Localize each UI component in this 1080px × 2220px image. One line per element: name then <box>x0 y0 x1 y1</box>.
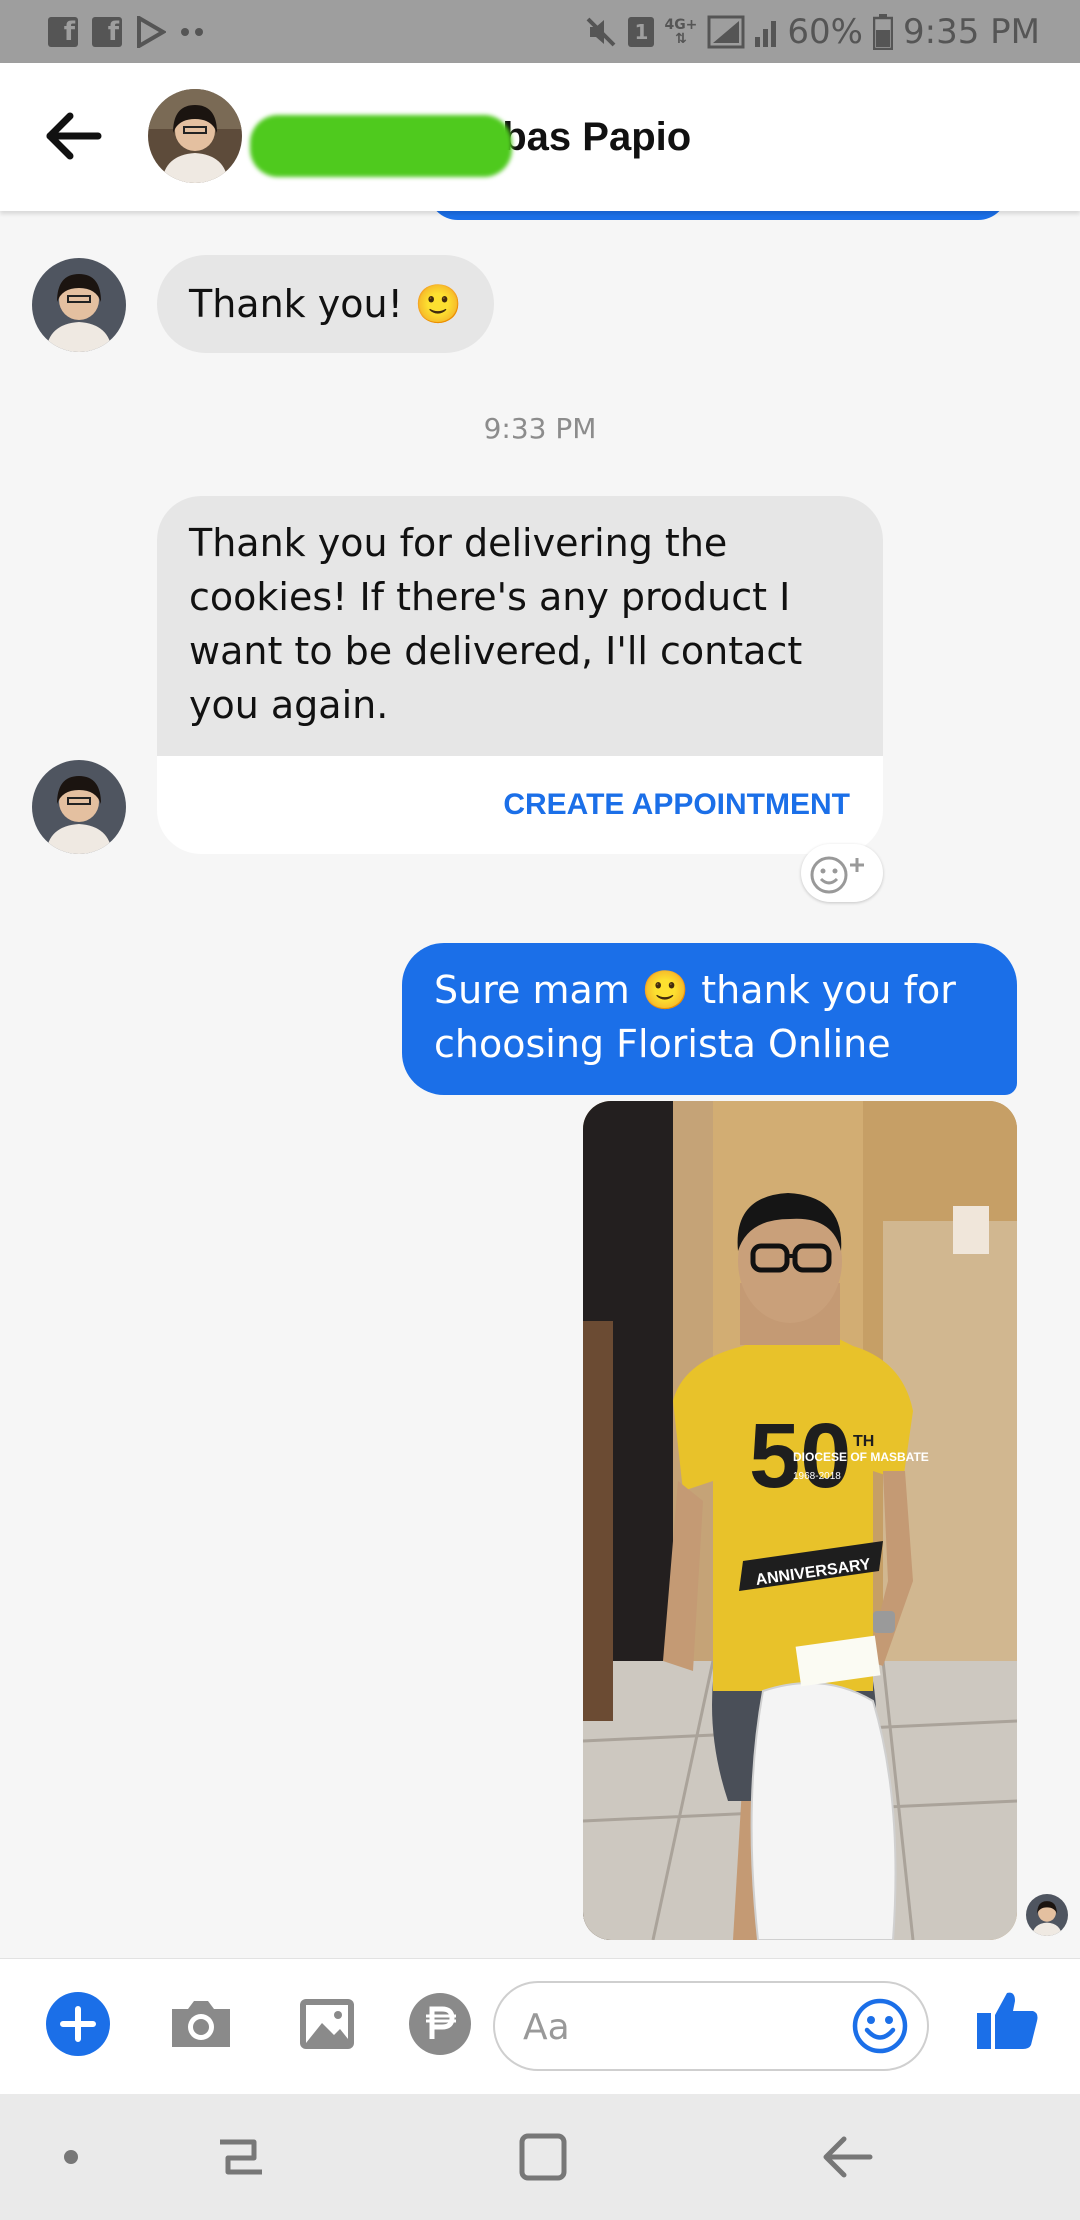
message-composer <box>0 1958 1080 2095</box>
message-card-text: Thank you for delivering the cookies! If… <box>157 496 883 756</box>
facebook-icon: f <box>48 16 78 47</box>
photo-message[interactable]: 50 TH DIOCESE OF MASBATE 1968-2018 ANNIV… <box>583 1101 1017 1940</box>
gallery-icon[interactable] <box>294 1991 360 2057</box>
message-input[interactable] <box>521 2001 825 2053</box>
create-appointment-button[interactable]: CREATE APPOINTMENT <box>157 756 883 854</box>
facebook-icon: f <box>92 16 122 47</box>
message-bubble-incoming[interactable]: Thank you! 🙂 <box>157 255 495 353</box>
emoji-icon[interactable] <box>851 1997 909 2055</box>
camera-icon[interactable] <box>168 1991 234 2057</box>
sim-badge: 1 <box>628 16 655 47</box>
system-navigation-bar <box>0 2094 1080 2220</box>
signal-icon <box>707 15 745 48</box>
shirt-suffix: TH <box>853 1433 874 1450</box>
battery-percent: 60% <box>787 11 863 52</box>
message-input-container[interactable] <box>493 1981 929 2071</box>
system-status: 1 4G+ ⇅ 60% 9:35 PM <box>584 0 1040 63</box>
dot-icon[interactable] <box>38 2124 104 2190</box>
back-icon[interactable] <box>814 2124 880 2190</box>
sender-avatar[interactable] <box>32 258 126 352</box>
like-icon[interactable] <box>973 1985 1043 2055</box>
delivery-photo: 50 TH DIOCESE OF MASBATE 1968-2018 ANNIV… <box>583 1101 1017 1940</box>
signal-2-icon <box>755 20 777 47</box>
sender-avatar[interactable] <box>32 760 126 854</box>
plus-icon[interactable] <box>45 1991 111 2057</box>
read-receipt-avatar <box>1026 1894 1068 1936</box>
message-bubble-outgoing[interactable]: Sure mam 🙂 thank you for choosing Floris… <box>402 943 1017 1095</box>
network-type: 4G+ ⇅ <box>664 16 698 47</box>
message-timestamp: 9:33 PM <box>483 412 597 445</box>
message-card-incoming[interactable]: Thank you for delivering the cookies! If… <box>157 496 883 854</box>
recents-icon[interactable] <box>208 2124 274 2190</box>
play-store-icon <box>137 15 166 48</box>
shirt-text-top: DIOCESE OF MASBATE <box>793 1450 929 1464</box>
add-reaction-button[interactable] <box>801 844 883 902</box>
conversation-header: abas Papio <box>0 63 1080 211</box>
home-icon[interactable] <box>510 2124 576 2190</box>
add-reaction-icon <box>810 856 864 894</box>
clock: 9:35 PM <box>903 11 1040 52</box>
notification-icons: f f <box>48 0 204 63</box>
contact-avatar[interactable] <box>148 89 242 183</box>
shirt-years: 1968-2018 <box>793 1471 841 1482</box>
back-arrow-icon[interactable] <box>44 111 104 161</box>
name-redaction <box>250 115 512 177</box>
contact-name[interactable]: abas Papio <box>480 107 691 167</box>
peso-icon[interactable] <box>407 1991 473 2057</box>
more-notifications-icon <box>181 27 203 36</box>
status-bar: f f 1 4G+ ⇅ 60% 9:35 PM <box>0 0 1080 63</box>
battery-icon <box>873 13 893 50</box>
mute-icon <box>587 17 616 46</box>
